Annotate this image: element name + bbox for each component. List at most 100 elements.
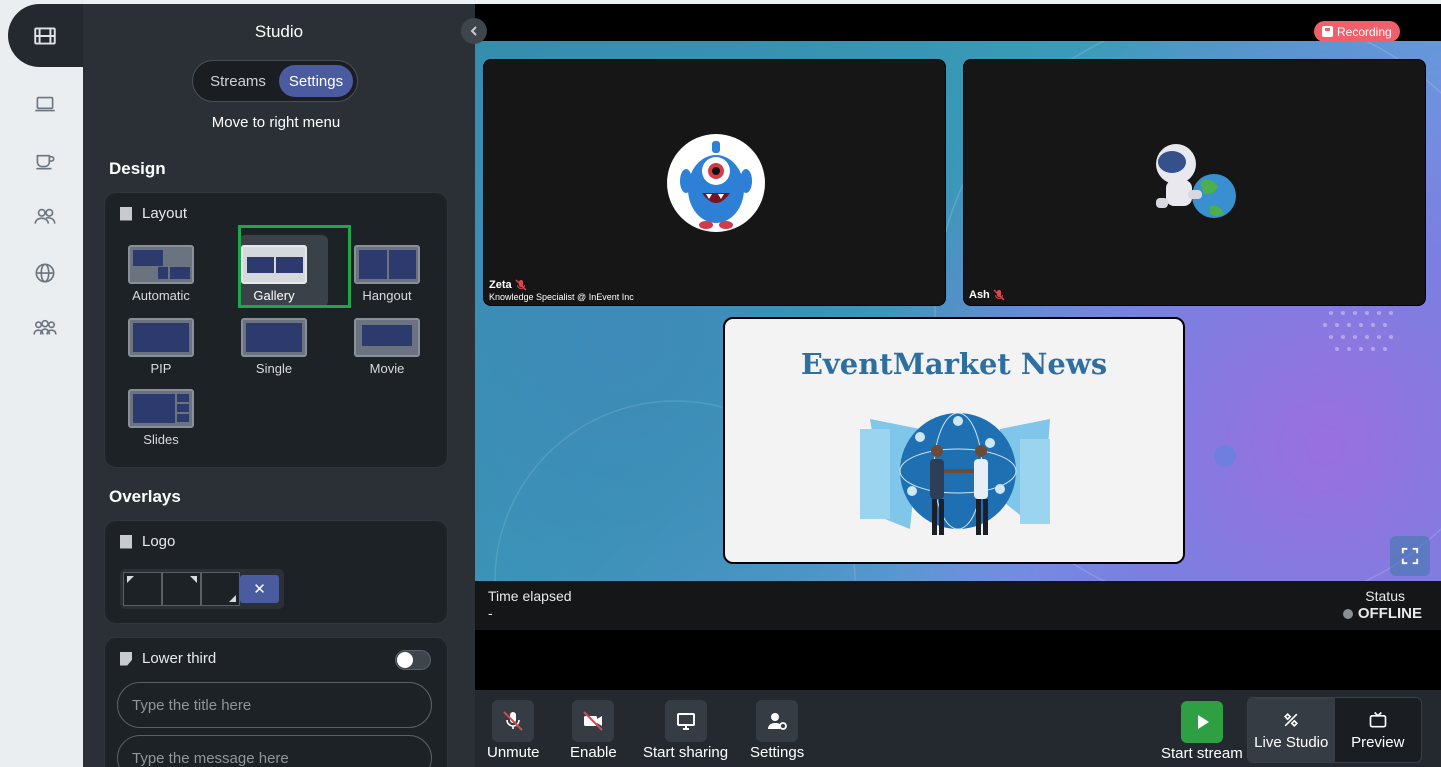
group-icon[interactable]: [28, 311, 62, 345]
building-icon: [120, 206, 132, 221]
layout-option-slides[interactable]: Slides: [111, 389, 211, 447]
layout-pip-icon: [128, 318, 194, 357]
tab-settings[interactable]: Settings: [279, 65, 353, 97]
chevron-left-icon: [470, 26, 477, 36]
tab-streams[interactable]: Streams: [197, 65, 279, 97]
lower-third-toggle[interactable]: [395, 650, 431, 670]
studio-panel: Studio Streams Settings Move to right me…: [83, 4, 475, 767]
monster-avatar-icon: [667, 134, 765, 232]
time-elapsed-value: -: [488, 605, 493, 621]
collapse-panel-button[interactable]: [461, 18, 487, 44]
layout-gallery-icon: [241, 245, 307, 284]
expand-icon: [1401, 547, 1419, 565]
layout-option-single[interactable]: Single: [224, 318, 324, 376]
recording-label: Recording: [1337, 24, 1392, 39]
status-label: Status: [1365, 588, 1405, 604]
layout-option-pip[interactable]: PIP: [111, 318, 211, 376]
start-stream-button[interactable]: Start stream: [1161, 701, 1243, 762]
camera-off-icon: [572, 700, 615, 742]
control-bar: Unmute Enable Start sharing Settings Sta…: [475, 690, 1441, 767]
logo-position-top-left[interactable]: [123, 572, 162, 606]
logo-position-bottom-right[interactable]: [201, 572, 240, 606]
time-elapsed-label: Time elapsed: [488, 588, 572, 604]
lower-third-message-input[interactable]: [117, 735, 432, 767]
lower-third-title-input[interactable]: [117, 682, 432, 728]
lower-third-card: Lower third: [104, 637, 448, 767]
logo-position-top-right[interactable]: [162, 572, 201, 606]
stream-status-bar: Time elapsed - Status OFFLINE: [475, 581, 1441, 630]
layout-option-label: Hangout: [362, 288, 412, 303]
logo-position-selector: ✕: [120, 569, 284, 609]
building-icon: [120, 534, 132, 549]
layout-card-header: Layout: [120, 205, 187, 222]
live-studio-label: Live Studio: [1254, 733, 1329, 751]
laptop-icon[interactable]: [28, 87, 62, 121]
panel-title: Studio: [254, 22, 304, 41]
start-stream-label: Start stream: [1161, 745, 1243, 762]
tools-icon: [1284, 712, 1299, 727]
logo-remove-button[interactable]: ✕: [240, 575, 279, 603]
settings-label: Settings: [750, 744, 805, 761]
nav-rail: [0, 0, 88, 767]
layout-option-label: Automatic: [132, 288, 190, 303]
view-mode-toggle: Live Studio Preview: [1247, 697, 1422, 763]
stage-bottom-band: [475, 630, 1441, 690]
enable-label: Enable: [570, 744, 617, 761]
lower-third-card-header: Lower third: [120, 650, 216, 667]
participant-subtitle: Knowledge Specialist @ InEvent Inc: [489, 292, 634, 302]
astronaut-avatar-icon: [1156, 144, 1236, 218]
logo-card-header: Logo: [120, 533, 175, 550]
preview-mode-button[interactable]: Preview: [1335, 698, 1422, 762]
layout-card-title: Layout: [142, 205, 188, 222]
globe-icon[interactable]: [28, 256, 62, 290]
overlays-heading: Overlays: [109, 487, 181, 506]
layout-option-label: Slides: [143, 432, 179, 447]
coffee-cup-icon[interactable]: [28, 143, 62, 177]
stage-canvas: Zeta Knowledge Specialist @ InEvent Inc …: [475, 41, 1441, 581]
participant-name: Ash: [969, 289, 1005, 301]
film-icon[interactable]: [28, 19, 62, 53]
layout-option-gallery[interactable]: Gallery: [224, 245, 324, 303]
layout-option-label: Gallery: [253, 288, 295, 303]
logo-card: Logo ✕: [104, 520, 448, 624]
start-sharing-button[interactable]: Start sharing: [643, 700, 728, 761]
unmute-button[interactable]: Unmute: [487, 700, 540, 761]
mic-off-icon: [515, 279, 527, 291]
lower-third-card-title: Lower third: [142, 650, 217, 667]
play-icon: [1180, 701, 1223, 743]
unmute-label: Unmute: [487, 744, 540, 761]
user-gear-icon: [756, 700, 799, 742]
participant-tile-ash[interactable]: Ash: [963, 59, 1426, 306]
layout-option-hangout[interactable]: Hangout: [337, 245, 437, 303]
save-icon: [1322, 26, 1333, 37]
studio-app: Studio Streams Settings Move to right me…: [0, 0, 1441, 767]
enable-camera-button[interactable]: Enable: [570, 700, 617, 761]
mic-off-icon: [993, 289, 1005, 301]
users-icon[interactable]: [28, 199, 62, 233]
participant-tile-zeta[interactable]: Zeta Knowledge Specialist @ InEvent Inc: [483, 59, 946, 306]
layout-option-movie[interactable]: Movie: [337, 318, 437, 376]
layout-slides-icon: [128, 389, 194, 428]
layout-automatic-icon: [128, 245, 194, 284]
status-dot-icon: [1342, 608, 1353, 619]
stage-top-bar: [475, 4, 1441, 41]
layout-movie-icon: [354, 318, 420, 357]
panel-tabs: Streams Settings: [192, 60, 358, 102]
live-studio-mode-button[interactable]: Live Studio: [1248, 698, 1335, 762]
move-to-right-menu-link[interactable]: Move to right menu: [83, 114, 469, 131]
shared-slide[interactable]: EventMarket News: [723, 317, 1185, 564]
slide-title: EventMarket News: [800, 347, 1108, 381]
preview-label: Preview: [1351, 733, 1405, 751]
note-icon: [120, 651, 132, 666]
fullscreen-button[interactable]: [1390, 536, 1430, 576]
mic-off-icon: [492, 700, 535, 742]
settings-button[interactable]: Settings: [750, 700, 804, 761]
monitor-icon: [664, 700, 707, 742]
status-value-text: OFFLINE: [1357, 605, 1422, 622]
layout-option-automatic[interactable]: Automatic: [111, 245, 211, 303]
layout-option-label: PIP: [150, 361, 172, 376]
start-sharing-label: Start sharing: [643, 744, 729, 761]
layout-hangout-icon: [354, 245, 420, 284]
layout-single-icon: [241, 318, 307, 357]
handshake-illustration-icon: [860, 412, 1050, 535]
